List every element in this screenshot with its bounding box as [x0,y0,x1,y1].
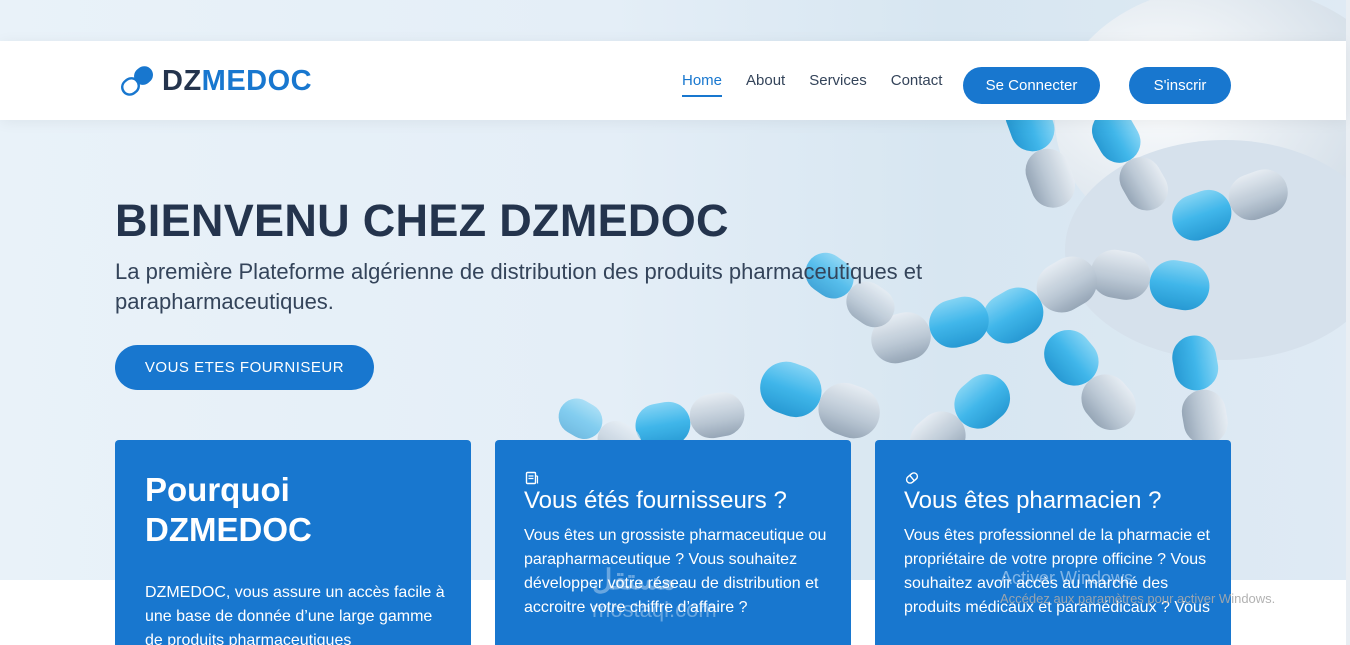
main-nav: Home About Services Contact [682,72,966,97]
brand-name-dz: DZ [162,64,202,97]
card-suppliers: Vous étés fournisseurs ? Vous êtes un gr… [495,440,851,645]
brand-logo[interactable]: DZMEDOC [118,63,312,99]
nav-home[interactable]: Home [682,72,723,97]
signup-button[interactable]: S'inscrir [1129,67,1231,104]
nav-contact[interactable]: Contact [891,72,943,97]
card-title: Vous étés fournisseurs ? [524,487,787,514]
supplier-cta-button[interactable]: VOUS ETES FOURNISEUR [115,345,374,390]
login-button[interactable]: Se Connecter [963,67,1100,104]
card-title: Vous êtes pharmacien ? [904,487,1162,514]
card-why-dzmedoc: Pourquoi DZMEDOC DZMEDOC, vous assure un… [115,440,471,645]
document-icon [525,471,539,485]
scrollbar-track[interactable] [1346,0,1350,645]
brand-name: DZMEDOC [162,65,312,98]
site-header: DZMEDOC Home About Services Contact Se C… [0,41,1346,120]
card-text: DZMEDOC, vous assure un accès facile à u… [145,584,445,645]
card-pharmacists: Vous êtes pharmacien ? Vous êtes profess… [875,440,1231,645]
nav-services[interactable]: Services [809,72,867,97]
brand-name-medoc: MEDOC [201,64,313,97]
card-title: Pourquoi DZMEDOC [145,471,312,548]
card-text: Vous êtes un grossiste pharmaceutique ou… [524,527,827,616]
hero-subtitle: La première Plateforme algérienne de dis… [115,259,923,314]
nav-about[interactable]: About [746,72,785,97]
card-text: Vous êtes professionnel de la pharmacie … [904,527,1210,616]
hero-title: BIENVENU CHEZ DZMEDOC [115,195,729,246]
pill-icon [905,472,919,484]
pill-capsule-icon [121,66,153,96]
